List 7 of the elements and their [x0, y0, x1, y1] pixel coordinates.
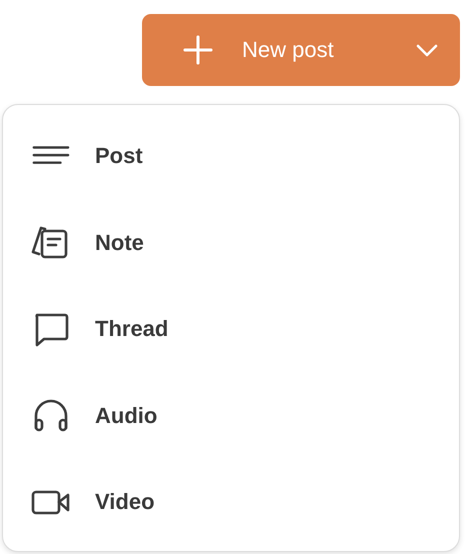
menu-item[interactable]: Audio	[3, 372, 459, 459]
chevron-down-icon	[416, 44, 438, 56]
menu-item[interactable]: Post	[3, 113, 459, 200]
menu-item[interactable]: Video	[3, 459, 459, 546]
plus-icon	[182, 34, 214, 66]
menu-item[interactable]: Note	[3, 200, 459, 286]
menu-item[interactable]: Thread	[3, 286, 459, 372]
